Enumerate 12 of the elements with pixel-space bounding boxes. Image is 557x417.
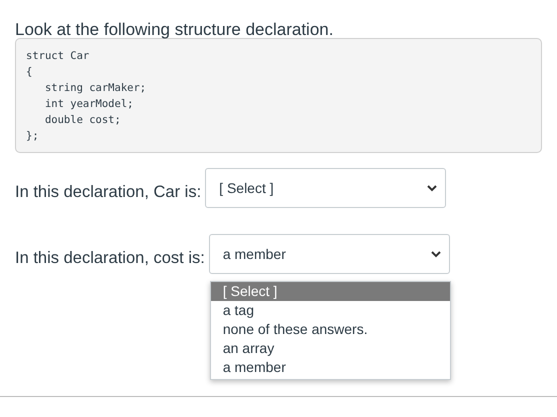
code-block: struct Car { string carMaker; int yearModel; double cost; };	[15, 38, 542, 153]
dropdown-option[interactable]: a member	[210, 358, 450, 377]
answer-select[interactable]: [ Select ]	[205, 168, 446, 208]
dropdown-option[interactable]: none of these answers.	[210, 320, 450, 339]
question-prompt: Look at the following structure declaration.	[15, 19, 334, 38]
dropdown-option[interactable]: a tag	[210, 301, 450, 320]
chevron-down-icon	[430, 250, 441, 258]
question-label: In this declaration, cost is:	[15, 248, 205, 268]
dropdown-option[interactable]: [ Select ]	[210, 282, 450, 301]
question-label: In this declaration, Car is:	[15, 182, 202, 202]
chevron-down-icon	[427, 184, 438, 192]
dropdown-option[interactable]: an array	[210, 339, 450, 358]
